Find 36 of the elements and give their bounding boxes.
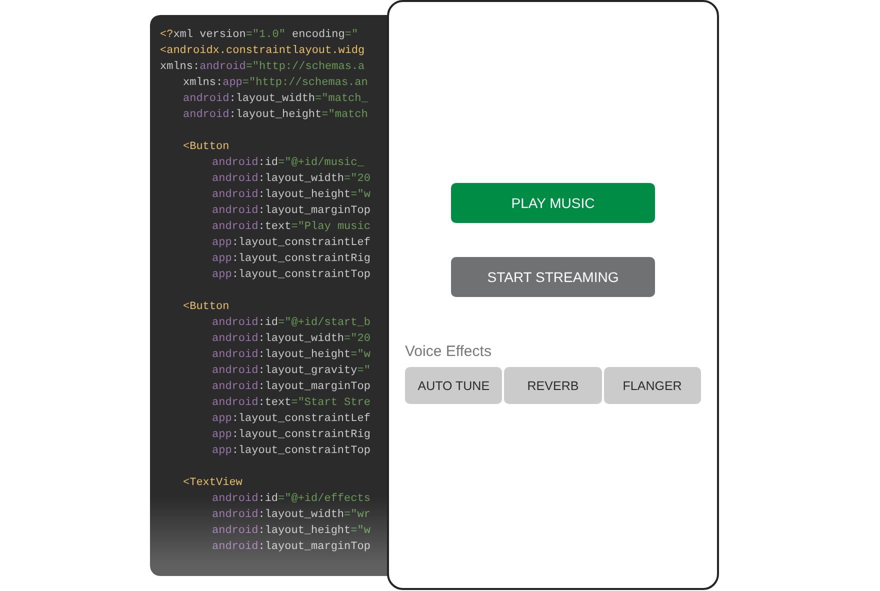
code-line: android:id="@+id/effects bbox=[212, 492, 370, 507]
code-line: android:layout_height="w bbox=[212, 348, 370, 363]
code-line: android:layout_width="match_ bbox=[183, 92, 368, 107]
code-line: android:text="Start Stre bbox=[212, 396, 370, 411]
code-line: app:layout_constraintLef bbox=[212, 412, 370, 427]
play-music-button[interactable]: PLAY MUSIC bbox=[451, 183, 655, 223]
code-line: android:layout_marginTop bbox=[212, 380, 370, 395]
effect-button[interactable]: FLANGER bbox=[604, 367, 701, 404]
code-line: app:layout_constraintTop bbox=[212, 268, 370, 283]
code-line: <TextView bbox=[183, 476, 242, 491]
effect-button[interactable]: REVERB bbox=[504, 367, 602, 404]
code-line: android:id="@+id/music_ bbox=[212, 156, 364, 171]
code-line: android:layout_width="wr bbox=[212, 508, 370, 523]
code-line: android:layout_width="20 bbox=[212, 332, 370, 347]
code-line: app:layout_constraintRig bbox=[212, 428, 370, 443]
code-line: android:layout_height="w bbox=[212, 188, 370, 203]
code-line: <Button bbox=[183, 140, 230, 155]
code-line: android:layout_marginTop bbox=[212, 204, 370, 219]
code-line: android:layout_gravity=" bbox=[212, 364, 370, 379]
code-line: android:layout_marginTop bbox=[212, 540, 370, 555]
code-line: android:layout_width="20 bbox=[212, 172, 370, 187]
code-line: xmlns:app="http://schemas.an bbox=[183, 76, 368, 91]
effect-button[interactable]: AUTO TUNE bbox=[405, 367, 502, 404]
code-line: android:id="@+id/start_b bbox=[212, 316, 370, 331]
code-line: <?xml version="1.0" encoding=" bbox=[160, 28, 358, 43]
code-line: app:layout_constraintRig bbox=[212, 252, 370, 267]
section-label: Voice Effects bbox=[405, 343, 492, 360]
code-line: app:layout_constraintLef bbox=[212, 236, 370, 251]
code-line: android:layout_height="match bbox=[183, 108, 368, 123]
code-line: app:layout_constraintTop bbox=[212, 444, 370, 459]
start-streaming-button[interactable]: START STREAMING bbox=[451, 257, 655, 297]
code-line: android:text="Play music bbox=[212, 220, 370, 235]
code-line: <Button bbox=[183, 300, 230, 315]
code-line: android:layout_height="w bbox=[212, 524, 370, 539]
code-line: xmlns:android="http://schemas.a bbox=[160, 60, 365, 75]
code-line: <androidx.constraintlayout.widg bbox=[160, 44, 365, 59]
